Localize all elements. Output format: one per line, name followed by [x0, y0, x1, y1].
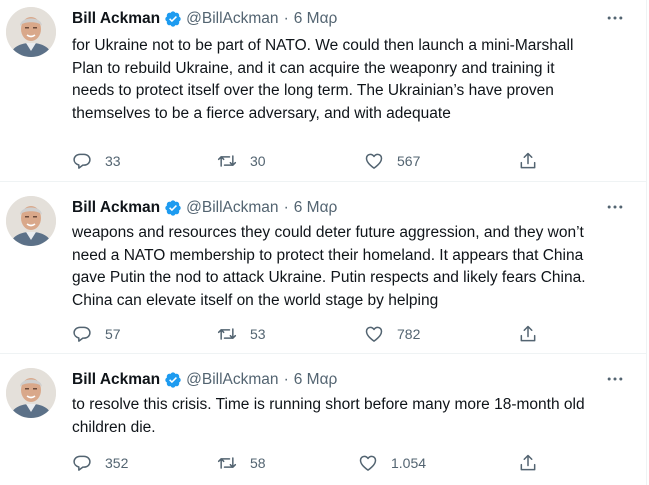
like-button[interactable]: 567 — [364, 150, 420, 172]
retweet-count: 53 — [250, 326, 266, 342]
more-icon[interactable] — [604, 7, 626, 29]
avatar[interactable] — [6, 368, 56, 418]
like-icon — [364, 151, 384, 171]
retweet-count: 30 — [250, 153, 266, 169]
reply-count: 352 — [105, 455, 129, 471]
tweet-actions: 352 58 1.054 — [72, 452, 552, 474]
reply-count: 33 — [105, 153, 121, 169]
share-button[interactable] — [518, 323, 538, 345]
verified-badge-icon — [164, 371, 182, 389]
reply-count: 57 — [105, 326, 121, 342]
share-icon — [518, 453, 538, 473]
author-handle[interactable]: @BillAckman — [186, 199, 278, 217]
share-button[interactable] — [518, 150, 538, 172]
more-icon[interactable] — [604, 196, 626, 218]
retweet-icon — [217, 151, 237, 171]
header-separator: · — [283, 10, 289, 27]
header-separator: · — [283, 199, 289, 216]
tweet[interactable]: Bill Ackman @BillAckman · 6 Μαρ weapons … — [0, 182, 646, 354]
author-handle[interactable]: @BillAckman — [186, 10, 278, 28]
reply-button[interactable]: 57 — [72, 323, 121, 345]
reply-icon — [72, 453, 92, 473]
reply-icon — [72, 324, 92, 344]
author-name[interactable]: Bill Ackman — [72, 371, 160, 389]
tweet-actions: 33 30 567 — [72, 150, 552, 172]
reply-icon — [72, 151, 92, 171]
verified-badge-icon — [164, 10, 182, 28]
retweet-icon — [217, 324, 237, 344]
avatar[interactable] — [6, 7, 56, 57]
tweet-date[interactable]: 6 Μαρ — [294, 371, 338, 389]
like-count: 1.054 — [391, 455, 427, 471]
like-count: 567 — [397, 153, 421, 169]
like-count: 782 — [397, 326, 421, 342]
like-icon — [358, 453, 378, 473]
author-handle[interactable]: @BillAckman — [186, 371, 278, 389]
share-button[interactable] — [518, 452, 538, 474]
tweet-header: Bill Ackman @BillAckman · 6 Μαρ — [72, 198, 337, 218]
retweet-icon — [217, 453, 237, 473]
tweet-date[interactable]: 6 Μαρ — [294, 10, 338, 28]
header-separator: · — [283, 371, 289, 388]
tweet[interactable]: Bill Ackman @BillAckman · 6 Μαρ to resol… — [0, 354, 646, 485]
retweet-button[interactable]: 58 — [217, 452, 266, 474]
tweet-actions: 57 53 782 — [72, 323, 552, 345]
retweet-count: 58 — [250, 455, 266, 471]
retweet-button[interactable]: 30 — [217, 150, 266, 172]
more-icon[interactable] — [604, 368, 626, 390]
share-icon — [518, 151, 538, 171]
tweet-date[interactable]: 6 Μαρ — [294, 199, 338, 217]
tweet-header: Bill Ackman @BillAckman · 6 Μαρ — [72, 9, 337, 29]
tweet-text: to resolve this crisis. Time is running … — [72, 396, 585, 436]
author-name[interactable]: Bill Ackman — [72, 10, 160, 28]
like-button[interactable]: 782 — [364, 323, 420, 345]
author-name[interactable]: Bill Ackman — [72, 199, 160, 217]
reply-button[interactable]: 352 — [72, 452, 128, 474]
reply-button[interactable]: 33 — [72, 150, 121, 172]
avatar[interactable] — [6, 196, 56, 246]
like-button[interactable]: 1.054 — [358, 452, 426, 474]
timeline-border — [646, 0, 647, 485]
like-icon — [364, 324, 384, 344]
verified-badge-icon — [164, 199, 182, 217]
tweet-text: weapons and resources they could deter f… — [72, 224, 586, 309]
retweet-button[interactable]: 53 — [217, 323, 266, 345]
share-icon — [518, 324, 538, 344]
tweet-text: for Ukraine not to be part of NATO. We c… — [72, 37, 574, 122]
tweet[interactable]: Bill Ackman @BillAckman · 6 Μαρ for Ukra… — [0, 0, 646, 182]
tweet-header: Bill Ackman @BillAckman · 6 Μαρ — [72, 370, 337, 390]
